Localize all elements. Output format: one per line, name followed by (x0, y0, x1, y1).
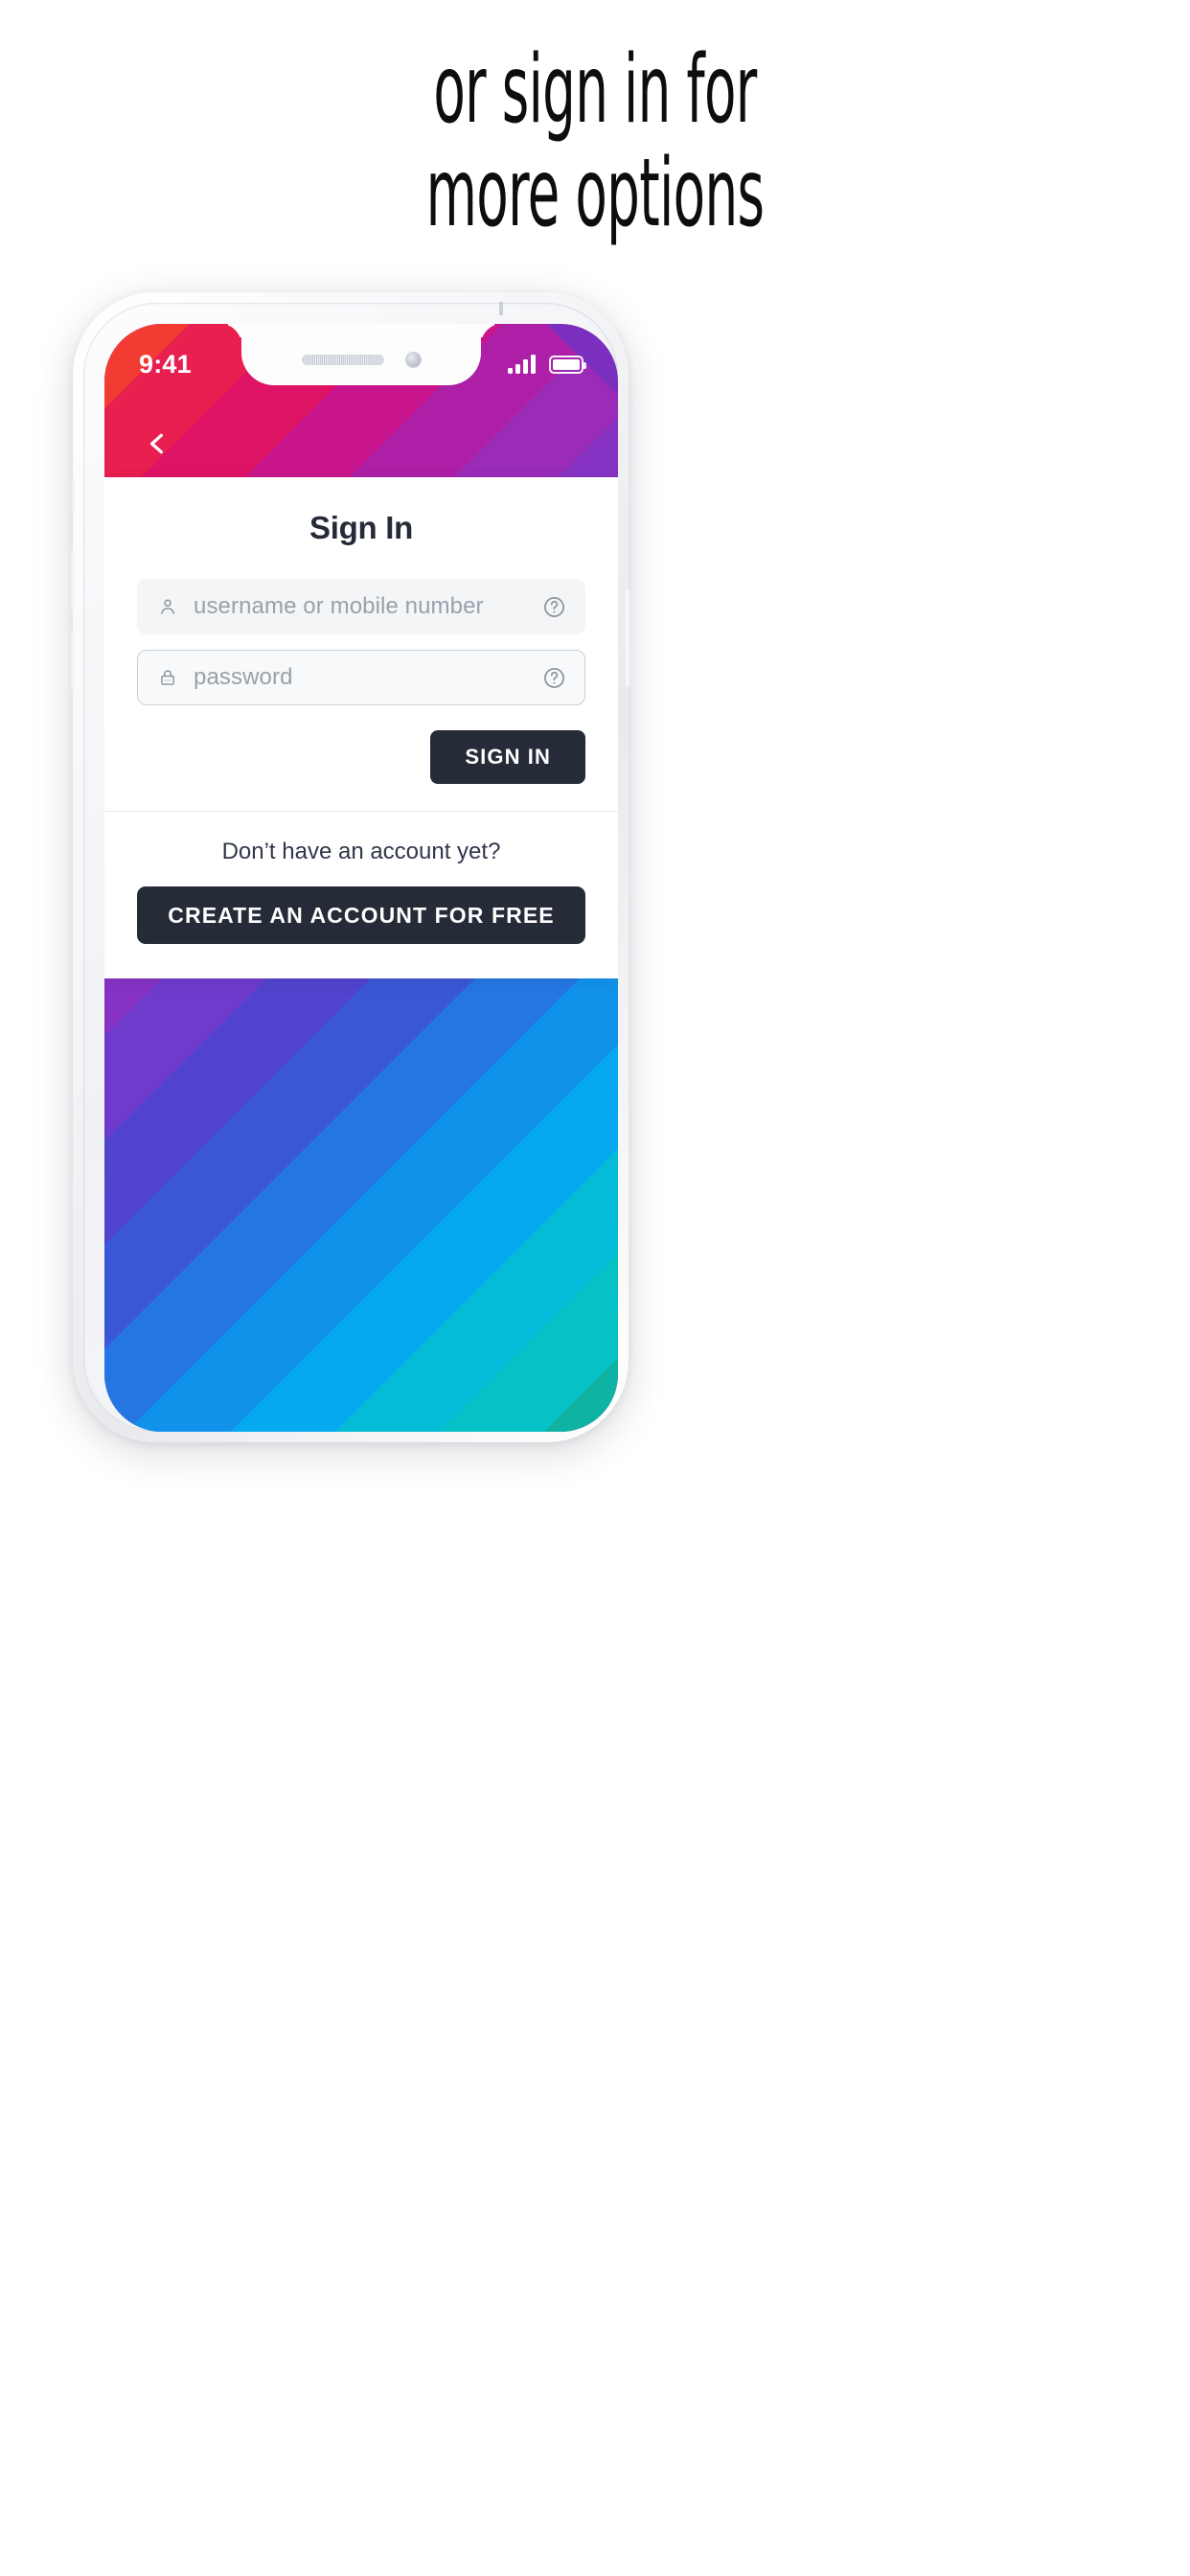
phone-screen: 9:41 Sign In username or mobile number p… (104, 324, 618, 1432)
sign-in-card-top: Sign In username or mobile number passwo… (104, 477, 618, 811)
headline-line-2: more options (425, 139, 765, 248)
status-time: 9:41 (139, 349, 192, 379)
phone-mockup: 9:41 Sign In username or mobile number p… (69, 292, 632, 1442)
sign-in-button-row: SIGN IN (137, 730, 585, 784)
status-indicators (508, 355, 586, 374)
sign-in-card: Sign In username or mobile number passwo… (104, 477, 618, 978)
phone-notch (241, 324, 481, 385)
sign-in-button[interactable]: SIGN IN (430, 730, 585, 784)
password-field[interactable]: password (137, 650, 585, 705)
chevron-left-icon (145, 431, 170, 456)
username-input[interactable]: username or mobile number (194, 593, 540, 620)
phone-bezel: 9:41 Sign In username or mobile number p… (83, 302, 618, 1432)
phone-mute-switch[interactable] (70, 480, 76, 513)
password-help-icon[interactable] (540, 666, 567, 690)
create-account-button[interactable]: CREATE AN ACCOUNT FOR FREE (137, 886, 585, 944)
sign-in-card-bottom: Don’t have an account yet? CREATE AN ACC… (104, 812, 618, 978)
username-field[interactable]: username or mobile number (137, 579, 585, 634)
page-root: or sign in for more options 9:41 Sign In… (0, 0, 1190, 2576)
username-help-icon[interactable] (540, 595, 567, 619)
phone-volume-up-button[interactable] (69, 549, 76, 612)
page-headline: or sign in for more options (226, 38, 964, 245)
person-icon (155, 597, 180, 616)
lock-icon (155, 668, 180, 687)
phone-antenna-line (499, 302, 503, 315)
card-title: Sign In (309, 510, 413, 545)
no-account-text: Don’t have an account yet? (221, 839, 501, 864)
speaker-grille-icon (301, 354, 384, 365)
back-button[interactable] (133, 420, 181, 468)
password-input[interactable]: password (194, 664, 540, 691)
phone-power-button[interactable] (626, 589, 632, 687)
front-camera-icon (404, 351, 422, 368)
phone-body: 9:41 Sign In username or mobile number p… (69, 292, 632, 1442)
phone-volume-down-button[interactable] (69, 630, 76, 693)
battery-full-icon (549, 355, 586, 374)
signal-bars-icon (508, 355, 536, 374)
headline-line-1: or sign in for (433, 35, 757, 145)
